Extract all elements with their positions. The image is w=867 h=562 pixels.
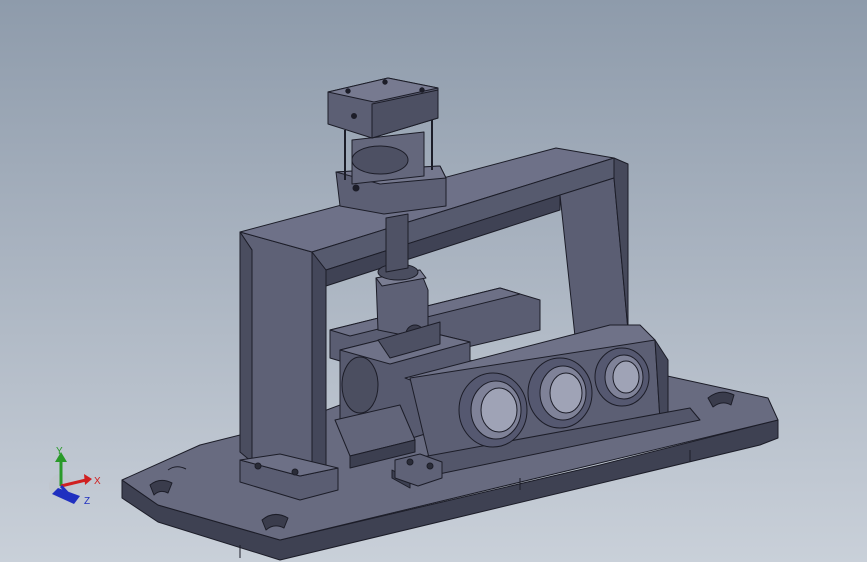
reference-triad: Y X Z xyxy=(44,440,114,510)
axis-z-label: Z xyxy=(84,496,90,507)
axes-icon: Y X Z xyxy=(49,446,101,507)
cad-model[interactable] xyxy=(0,0,867,562)
axis-x-label: X xyxy=(94,476,101,487)
bore-2[interactable] xyxy=(527,357,593,429)
air-cylinder[interactable] xyxy=(327,77,447,215)
graphics-viewport[interactable]: Y X Z xyxy=(0,0,867,562)
frame-left-post[interactable] xyxy=(239,231,327,479)
piston-rod[interactable] xyxy=(385,213,409,273)
bore-1[interactable] xyxy=(458,372,528,448)
bore-3[interactable] xyxy=(594,347,650,407)
axis-y-label: Y xyxy=(56,446,63,457)
